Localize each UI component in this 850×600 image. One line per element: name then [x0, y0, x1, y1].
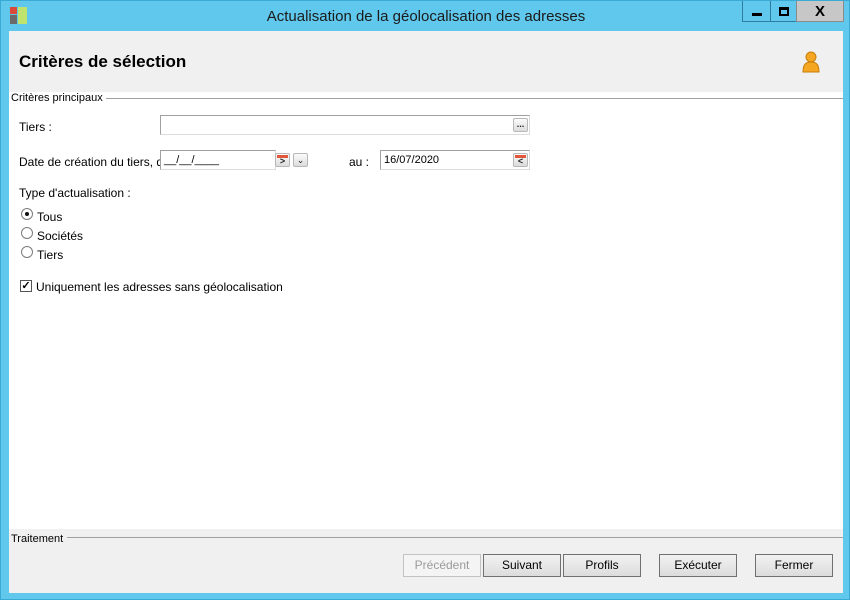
date-from-label: Date de création du tiers, du :: [19, 155, 177, 169]
tiers-input[interactable]: [160, 115, 530, 135]
date-from-dropdown-button[interactable]: ⌄: [293, 153, 308, 167]
client-area: Critères de sélection Critères principau…: [9, 31, 843, 593]
calendar-prev-icon: <: [517, 156, 524, 166]
previous-button[interactable]: Précédent: [403, 554, 481, 577]
next-button[interactable]: Suivant: [483, 554, 561, 577]
maximize-icon: [778, 6, 789, 16]
tiers-browse-button[interactable]: ...: [513, 118, 528, 132]
criteria-group-line: [99, 98, 843, 99]
radio-tous[interactable]: [21, 208, 33, 220]
check-icon: ✓: [21, 280, 31, 292]
only-without-geo-label[interactable]: Uniquement les adresses sans géolocalisa…: [36, 280, 283, 294]
title-bar[interactable]: Actualisation de la géolocalisation des …: [1, 1, 849, 31]
calendar-next-icon: >: [279, 156, 286, 166]
radio-tiers[interactable]: [21, 246, 33, 258]
page-title: Critères de sélection: [19, 52, 187, 71]
only-without-geo-checkbox[interactable]: ✓: [20, 280, 32, 292]
page-header: Critères de sélection: [9, 31, 843, 92]
tiers-label: Tiers :: [19, 120, 52, 134]
treatment-group-line: [67, 537, 843, 538]
radio-tiers-label[interactable]: Tiers: [37, 248, 63, 262]
radio-societes[interactable]: [21, 227, 33, 239]
close-icon: X: [814, 2, 825, 20]
date-to-label: au :: [349, 155, 370, 169]
profiles-button[interactable]: Profils: [563, 554, 641, 577]
user-icon: [802, 51, 820, 73]
radio-societes-label[interactable]: Sociétés: [37, 229, 83, 243]
close-window-button[interactable]: X: [796, 1, 844, 22]
ellipsis-icon: ...: [516, 119, 525, 129]
close-button[interactable]: Fermer: [755, 554, 833, 577]
date-to-input[interactable]: 16/07/2020: [380, 150, 530, 170]
application-window: Actualisation de la géolocalisation des …: [0, 0, 850, 600]
minimize-icon: [751, 12, 762, 16]
chevron-down-icon: ⌄: [296, 155, 305, 165]
maximize-button[interactable]: [770, 1, 797, 22]
date-to-calendar-button[interactable]: <: [513, 153, 528, 167]
date-from-input[interactable]: __/__/____: [160, 150, 276, 170]
treatment-group-label: Traitement: [11, 533, 67, 545]
criteria-group-label: Critères principaux: [11, 92, 106, 104]
window-title: Actualisation de la géolocalisation des …: [266, 8, 586, 25]
execute-button[interactable]: Exécuter: [659, 554, 737, 577]
radio-tous-label[interactable]: Tous: [37, 210, 62, 224]
date-from-calendar-button[interactable]: >: [275, 153, 290, 167]
minimize-button[interactable]: [742, 1, 771, 22]
type-label: Type d'actualisation :: [19, 186, 131, 200]
